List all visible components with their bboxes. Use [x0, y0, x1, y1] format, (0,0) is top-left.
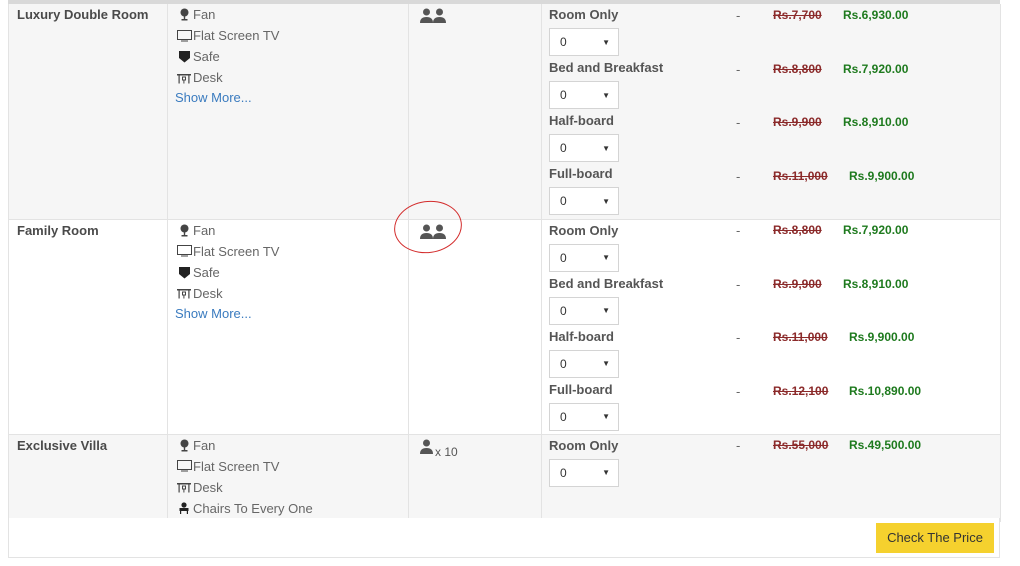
- price-row: - Rs.9,900 Rs.8,910.00: [541, 275, 1000, 329]
- price-column-room-1: - Rs.8,800 Rs.7,920.00 - Rs.9,900 Rs.8,910.0…: [541, 221, 1000, 435]
- amenity-item: Flat Screen TV: [175, 27, 408, 48]
- fan-icon: [175, 437, 193, 454]
- new-price: Rs.49,500.00: [849, 438, 922, 452]
- desk-icon: [175, 479, 193, 496]
- price-separator: -: [736, 330, 741, 345]
- amenities-list: Fan Flat Screen TV Safe Desk Show More..…: [168, 4, 408, 110]
- amenity-label: Fan: [193, 222, 216, 238]
- amenity-label: Chairs To Every One: [193, 500, 313, 516]
- price-separator: -: [736, 115, 741, 130]
- amenity-label: Flat Screen TV: [193, 28, 280, 43]
- old-price: Rs.9,900: [773, 276, 822, 291]
- amenity-label: Desk: [193, 479, 223, 495]
- amenity-item: Fan: [175, 6, 408, 27]
- price-separator: -: [736, 438, 741, 453]
- new-price: Rs.9,900.00: [849, 168, 915, 183]
- price-row: - Rs.8,800 Rs.7,920.00: [541, 221, 1000, 275]
- occupancy: [409, 4, 541, 27]
- new-price: Rs.6,930.00: [843, 8, 909, 22]
- amenity-item: Desk: [175, 69, 408, 90]
- old-price: Rs.8,800: [773, 61, 822, 76]
- occupancy: x 10: [409, 435, 541, 459]
- new-price: Rs.7,920.00: [843, 223, 909, 237]
- tv-icon: [175, 458, 193, 475]
- amenity-item: Fan: [175, 222, 408, 243]
- old-price: Rs.55,000: [773, 438, 829, 452]
- two-persons-icon: [420, 8, 446, 27]
- amenity-item: Flat Screen TV: [175, 243, 408, 264]
- price-separator: -: [736, 223, 741, 238]
- amenity-label: Desk: [193, 285, 223, 301]
- new-price: Rs.7,920.00: [843, 61, 909, 76]
- tv-icon: [175, 243, 193, 260]
- price-row: - Rs.55,000 Rs.49,500.00: [541, 436, 1000, 490]
- price-separator: -: [736, 8, 741, 23]
- new-price: Rs.9,900.00: [849, 330, 915, 344]
- old-price: Rs.12,100: [773, 383, 829, 398]
- price-row: - Rs.7,700 Rs.6,930.00: [541, 6, 1000, 60]
- show-more-link[interactable]: Show More...: [175, 306, 408, 326]
- amenity-label: Safe: [193, 49, 220, 64]
- old-price: Rs.11,000: [773, 330, 828, 344]
- price-row: - Rs.8,800 Rs.7,920.00: [541, 60, 1000, 114]
- desk-icon: [175, 285, 193, 302]
- old-price: Rs.8,800: [773, 223, 822, 237]
- price-row: - Rs.12,100 Rs.10,890.00: [541, 382, 1000, 436]
- amenity-label: Safe: [193, 264, 220, 280]
- desk-icon: [175, 69, 193, 86]
- price-row: - Rs.9,900 Rs.8,910.00: [541, 113, 1000, 167]
- amenity-item: Safe: [175, 264, 408, 285]
- price-row: - Rs.11,000 Rs.9,900.00: [541, 167, 1000, 221]
- price-column-room-2: - Rs.55,000 Rs.49,500.00: [541, 436, 1000, 490]
- price-column-room-0: - Rs.7,700 Rs.6,930.00 - Rs.8,800 Rs.7,920.0…: [541, 6, 1000, 220]
- fan-icon: [175, 222, 193, 239]
- price-separator: -: [736, 61, 741, 77]
- price-separator: -: [736, 168, 741, 184]
- table-footer: Check The Price: [8, 518, 1000, 558]
- new-price: Rs.10,890.00: [849, 383, 922, 398]
- amenity-item: Desk: [175, 285, 408, 306]
- old-price: Rs.11,000: [773, 168, 828, 183]
- price-separator: -: [736, 276, 741, 292]
- amenity-label: Flat Screen TV: [193, 458, 280, 474]
- show-more-link[interactable]: Show More...: [175, 90, 408, 110]
- room-name: Family Room: [17, 222, 99, 238]
- room-name: Exclusive Villa: [17, 437, 108, 453]
- amenity-item: Flat Screen TV: [175, 458, 408, 479]
- new-price: Rs.8,910.00: [843, 115, 909, 129]
- person-icon: [420, 439, 433, 458]
- occupancy-multiplier: x 10: [435, 444, 458, 459]
- amenities-list: Fan Flat Screen TV Safe Desk Show More..…: [168, 220, 408, 326]
- amenities-list: Fan Flat Screen TV Desk Chairs To Every …: [168, 435, 408, 521]
- new-price: Rs.8,910.00: [843, 276, 909, 291]
- amenity-item: Desk: [175, 479, 408, 500]
- old-price: Rs.7,700: [773, 8, 822, 22]
- tv-icon: [175, 27, 193, 44]
- amenity-label: Desk: [193, 70, 223, 85]
- safe-icon: [175, 48, 193, 65]
- fan-icon: [175, 6, 193, 23]
- amenity-label: Flat Screen TV: [193, 243, 280, 259]
- room-name: Luxury Double Room: [17, 7, 149, 22]
- amenity-item: Safe: [175, 48, 408, 69]
- old-price: Rs.9,900: [773, 115, 822, 129]
- check-price-button[interactable]: Check The Price: [876, 523, 994, 553]
- amenity-label: Fan: [193, 437, 216, 453]
- price-separator: -: [736, 383, 741, 399]
- price-row: - Rs.11,000 Rs.9,900.00: [541, 328, 1000, 382]
- amenity-item: Fan: [175, 437, 408, 458]
- safe-icon: [175, 264, 193, 281]
- amenity-label: Fan: [193, 7, 216, 22]
- chair-icon: [175, 500, 193, 517]
